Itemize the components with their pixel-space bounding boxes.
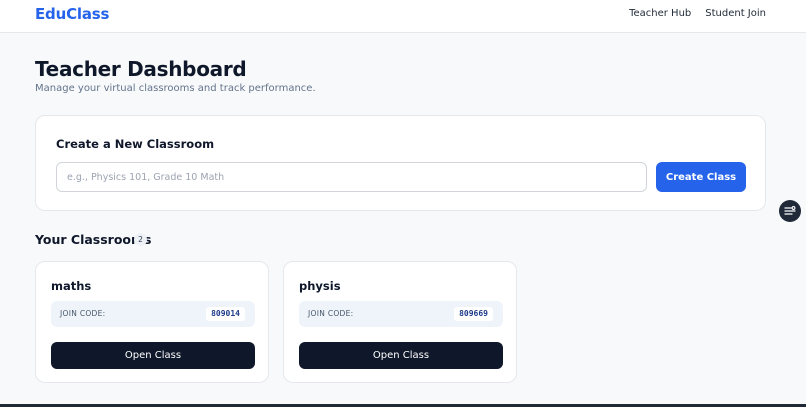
list-settings-icon (784, 206, 796, 215)
open-class-button[interactable]: Open Class (299, 342, 503, 369)
classroom-name: maths (51, 279, 92, 293)
floating-menu-button[interactable] (779, 200, 801, 222)
create-classroom-title: Create a New Classroom (56, 137, 215, 151)
join-code-value: 809014 (206, 307, 245, 321)
create-classroom-card: Create a New Classroom Create Class (35, 115, 766, 211)
join-code-label: JOIN CODE: (60, 309, 106, 318)
join-code-value: 809669 (454, 307, 493, 321)
classroom-card: physis JOIN CODE: 809669 Open Class (283, 261, 517, 383)
join-code-box: JOIN CODE: 809014 (51, 301, 255, 327)
top-navbar: EduClass Teacher Hub Student Join (0, 0, 806, 33)
create-class-button[interactable]: Create Class (656, 162, 746, 192)
classroom-name-input[interactable] (56, 162, 647, 192)
classroom-card: maths JOIN CODE: 809014 Open Class (35, 261, 269, 383)
join-code-box: JOIN CODE: 809669 (299, 301, 503, 327)
classroom-count-badge: 2 (134, 233, 147, 246)
page-subtitle: Manage your virtual classrooms and track… (35, 83, 316, 94)
nav-student-join[interactable]: Student Join (705, 8, 766, 19)
classroom-name: physis (299, 279, 341, 293)
main-nav: Teacher Hub Student Join (629, 8, 766, 19)
join-code-label: JOIN CODE: (308, 309, 354, 318)
brand-logo[interactable]: EduClass (35, 5, 109, 23)
page-title: Teacher Dashboard (35, 57, 247, 81)
open-class-button[interactable]: Open Class (51, 342, 255, 369)
nav-teacher-hub[interactable]: Teacher Hub (629, 8, 691, 19)
